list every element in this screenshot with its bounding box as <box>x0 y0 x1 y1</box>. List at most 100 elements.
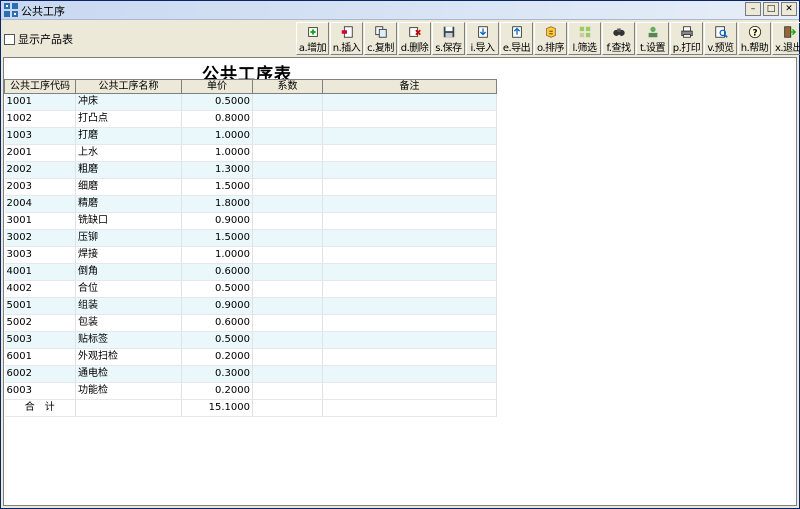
cell-note[interactable] <box>322 127 497 145</box>
cell-price[interactable]: 1.0000 <box>181 127 253 145</box>
delete-button[interactable]: d.删除 <box>398 22 431 55</box>
cell-code[interactable]: 5001 <box>4 297 76 315</box>
cell-name[interactable]: 冲床 <box>75 93 182 111</box>
cell-code[interactable]: 4001 <box>4 263 76 281</box>
cell-coefficient[interactable] <box>252 365 323 383</box>
table-row[interactable]: 1003 打磨 1.0000 <box>4 127 497 145</box>
cell-code[interactable]: 2003 <box>4 178 76 196</box>
cell-note[interactable] <box>322 365 497 383</box>
cell-name[interactable]: 包装 <box>75 314 182 332</box>
cell-price[interactable]: 0.5000 <box>181 331 253 349</box>
cell-price[interactable]: 0.3000 <box>181 365 253 383</box>
cell-coefficient[interactable] <box>252 263 323 281</box>
exit-button[interactable]: x.退出 <box>772 22 800 55</box>
export-button[interactable]: e.导出 <box>500 22 533 55</box>
cell-price[interactable]: 1.5000 <box>181 178 253 196</box>
find-button[interactable]: f.查找 <box>602 22 635 55</box>
settings-button[interactable]: t.设置 <box>636 22 669 55</box>
cell-note[interactable] <box>322 229 497 247</box>
cell-name[interactable]: 细磨 <box>75 178 182 196</box>
cell-name[interactable]: 铣缺口 <box>75 212 182 230</box>
cell-coefficient[interactable] <box>252 144 323 162</box>
save-button[interactable]: s.保存 <box>432 22 465 55</box>
cell-price[interactable]: 0.6000 <box>181 263 253 281</box>
column-header-code[interactable]: 公共工序代码 <box>4 79 76 94</box>
cell-note[interactable] <box>322 212 497 230</box>
filter-button[interactable]: l.筛选 <box>568 22 601 55</box>
import-button[interactable]: i.导入 <box>466 22 499 55</box>
cell-name[interactable]: 倒角 <box>75 263 182 281</box>
table-row[interactable]: 4001 倒角 0.6000 <box>4 263 497 281</box>
cell-note[interactable] <box>322 297 497 315</box>
table-row[interactable]: 6002 通电检 0.3000 <box>4 365 497 383</box>
column-header-name[interactable]: 公共工序名称 <box>75 79 182 94</box>
cell-note[interactable] <box>322 382 497 400</box>
cell-name[interactable]: 压铆 <box>75 229 182 247</box>
table-row[interactable]: 2002 粗磨 1.3000 <box>4 161 497 179</box>
cell-code[interactable]: 6002 <box>4 365 76 383</box>
cell-code[interactable]: 3001 <box>4 212 76 230</box>
cell-code[interactable]: 1002 <box>4 110 76 128</box>
cell-name[interactable]: 上水 <box>75 144 182 162</box>
cell-code[interactable]: 1001 <box>4 93 76 111</box>
cell-note[interactable] <box>322 331 497 349</box>
table-row[interactable]: 3003 焊接 1.0000 <box>4 246 497 264</box>
cell-code[interactable]: 2001 <box>4 144 76 162</box>
copy-button[interactable]: c.复制 <box>364 22 397 55</box>
cell-code[interactable]: 1003 <box>4 127 76 145</box>
cell-price[interactable]: 1.3000 <box>181 161 253 179</box>
cell-price[interactable]: 0.6000 <box>181 314 253 332</box>
cell-code[interactable]: 5003 <box>4 331 76 349</box>
table-row[interactable]: 2004 精磨 1.8000 <box>4 195 497 213</box>
table-row[interactable]: 1002 打凸点 0.8000 <box>4 110 497 128</box>
cell-note[interactable] <box>322 348 497 366</box>
cell-note[interactable] <box>322 280 497 298</box>
cell-note[interactable] <box>322 263 497 281</box>
cell-price[interactable]: 1.8000 <box>181 195 253 213</box>
help-button[interactable]: ? h.帮助 <box>738 22 771 55</box>
cell-coefficient[interactable] <box>252 229 323 247</box>
cell-price[interactable]: 1.5000 <box>181 229 253 247</box>
table-row[interactable]: 6001 外观扫检 0.2000 <box>4 348 497 366</box>
add-button[interactable]: a.增加 <box>296 22 329 55</box>
minimize-button[interactable]: – <box>745 2 761 16</box>
table-row[interactable]: 3002 压铆 1.5000 <box>4 229 497 247</box>
cell-coefficient[interactable] <box>252 212 323 230</box>
maximize-button[interactable]: □ <box>763 2 779 16</box>
cell-name[interactable]: 精磨 <box>75 195 182 213</box>
cell-name[interactable]: 合位 <box>75 280 182 298</box>
cell-code[interactable]: 6001 <box>4 348 76 366</box>
print-button[interactable]: p.打印 <box>670 22 703 55</box>
cell-note[interactable] <box>322 161 497 179</box>
cell-code[interactable]: 5002 <box>4 314 76 332</box>
cell-coefficient[interactable] <box>252 195 323 213</box>
cell-price[interactable]: 0.2000 <box>181 382 253 400</box>
cell-note[interactable] <box>322 314 497 332</box>
cell-coefficient[interactable] <box>252 110 323 128</box>
table-row[interactable]: 5001 组装 0.9000 <box>4 297 497 315</box>
cell-name[interactable]: 贴标签 <box>75 331 182 349</box>
table-row[interactable]: 1001 冲床 0.5000 <box>4 93 497 111</box>
cell-name[interactable]: 打凸点 <box>75 110 182 128</box>
table-row[interactable]: 5002 包装 0.6000 <box>4 314 497 332</box>
table-row[interactable]: 5003 贴标签 0.5000 <box>4 331 497 349</box>
column-header-coefficient[interactable]: 系数 <box>252 79 323 94</box>
cell-price[interactable]: 0.8000 <box>181 110 253 128</box>
cell-name[interactable]: 组装 <box>75 297 182 315</box>
cell-note[interactable] <box>322 93 497 111</box>
cell-coefficient[interactable] <box>252 161 323 179</box>
cell-note[interactable] <box>322 195 497 213</box>
cell-code[interactable]: 4002 <box>4 280 76 298</box>
cell-name[interactable]: 通电检 <box>75 365 182 383</box>
cell-price[interactable]: 0.5000 <box>181 280 253 298</box>
table-row[interactable]: 3001 铣缺口 0.9000 <box>4 212 497 230</box>
cell-coefficient[interactable] <box>252 382 323 400</box>
cell-coefficient[interactable] <box>252 297 323 315</box>
cell-code[interactable]: 2004 <box>4 195 76 213</box>
cell-coefficient[interactable] <box>252 246 323 264</box>
cell-coefficient[interactable] <box>252 348 323 366</box>
cell-coefficient[interactable] <box>252 127 323 145</box>
cell-code[interactable]: 2002 <box>4 161 76 179</box>
cell-coefficient[interactable] <box>252 178 323 196</box>
show-products-checkbox[interactable] <box>4 33 15 45</box>
